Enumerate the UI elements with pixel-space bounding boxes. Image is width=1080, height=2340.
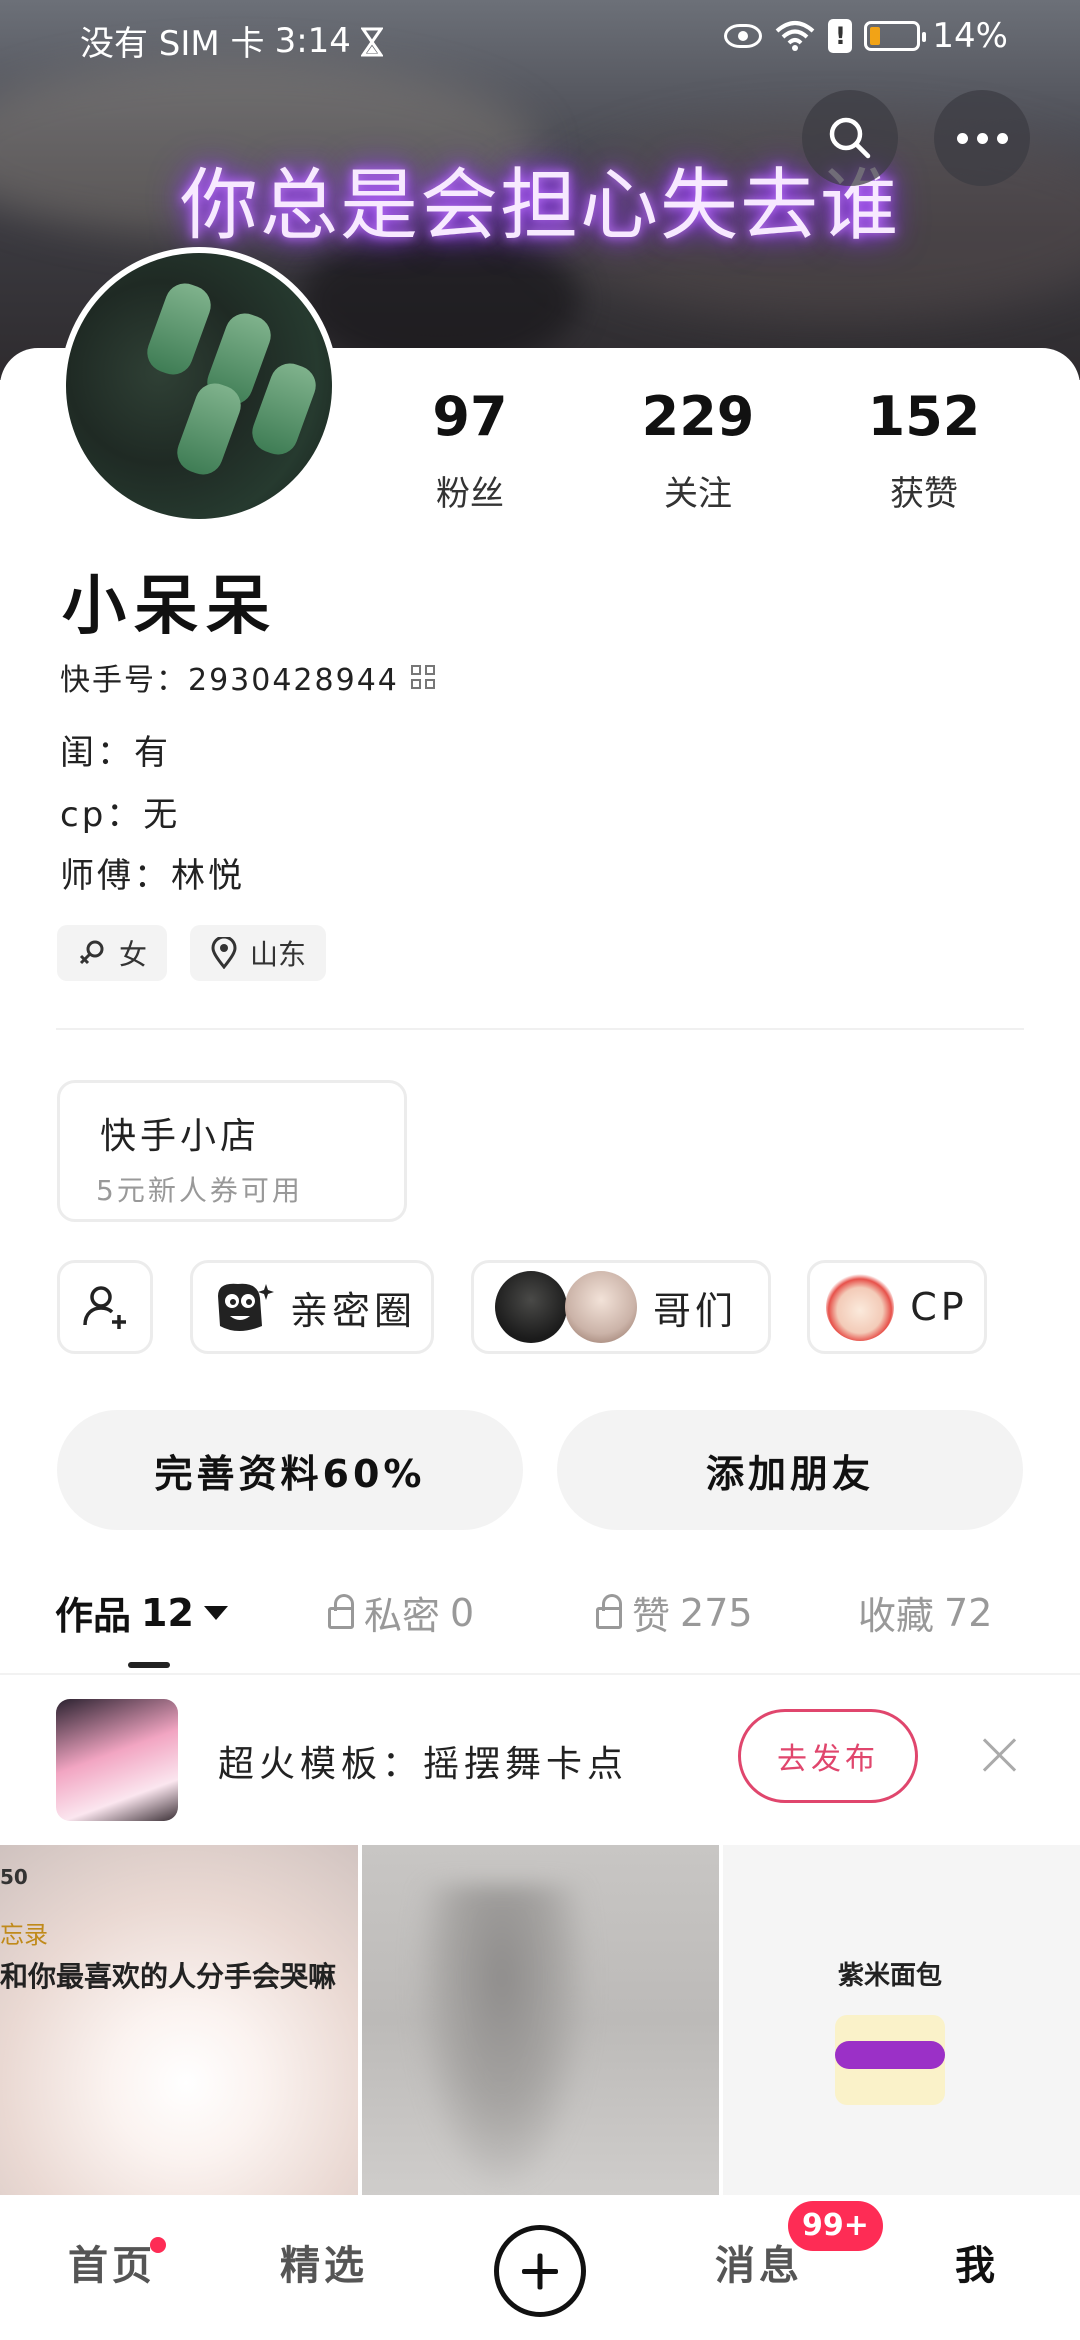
- tab-liked-count: 275: [680, 1590, 753, 1635]
- template-promo[interactable]: 超火模板：摇摆舞卡点 去发布: [0, 1675, 1080, 1845]
- friend-avatar: [494, 1271, 567, 1343]
- more-button[interactable]: [934, 90, 1030, 186]
- work-thumbnail[interactable]: 紫米面包: [723, 1845, 1080, 2195]
- stat-following-count: 229: [641, 385, 755, 448]
- tab-collections[interactable]: 收藏 72: [858, 1585, 992, 1640]
- nav-me[interactable]: 我: [955, 2233, 999, 2291]
- kuaishou-id: 快手号：2930428944: [60, 663, 399, 698]
- cp-avatar: [826, 1273, 895, 1341]
- intimate-circle-label: 亲密圈: [289, 1288, 416, 1333]
- thumb-status-time: 50: [0, 1865, 28, 1889]
- nav-messages[interactable]: 消息: [715, 2233, 803, 2291]
- stat-fans-count: 97: [432, 385, 508, 448]
- stat-following-label: 关注: [664, 474, 732, 514]
- promo-thumbnail: [56, 1699, 178, 1821]
- home-notification-dot: [150, 2237, 166, 2253]
- female-icon: [79, 940, 104, 965]
- kuaishou-shop-card[interactable]: 快手小店 5元新人券可用: [57, 1080, 407, 1222]
- tab-private-label: 私密: [364, 1594, 441, 1638]
- tab-private-count: 0: [450, 1590, 475, 1635]
- location-tag: 山东: [190, 925, 327, 981]
- time-text: 3:14: [274, 20, 351, 61]
- gender-text: 女: [119, 938, 148, 971]
- purple-filling: [835, 2041, 945, 2069]
- kuaishou-id-row[interactable]: 快手号：2930428944: [60, 655, 435, 699]
- active-tab-indicator: [128, 1662, 170, 1668]
- works-grid: 50 忘录 和你最喜欢的人分手会哭嘛 紫米面包: [0, 1845, 1080, 2195]
- nav-featured[interactable]: 精选: [280, 2233, 368, 2291]
- thumb-text: 和你最喜欢的人分手会哭嘛: [0, 1960, 337, 1993]
- tab-works-count: 12: [141, 1590, 194, 1635]
- tab-works[interactable]: 作品 12: [55, 1585, 228, 1640]
- stat-fans-label: 粉丝: [436, 474, 504, 514]
- stat-likes-label: 获赞: [890, 474, 958, 514]
- tab-liked-label: 赞: [632, 1594, 671, 1638]
- battery-icon: [864, 21, 927, 51]
- intimate-circle-icon: [217, 1283, 274, 1331]
- complete-profile-button[interactable]: 完善资料60%: [57, 1410, 523, 1530]
- lock-icon: [596, 1593, 622, 1629]
- location-pin-icon: [211, 937, 237, 969]
- bio-line: 闺：有: [60, 733, 171, 773]
- add-friend-button[interactable]: 添加朋友: [557, 1410, 1023, 1530]
- promo-text: 超火模板：摇摆舞卡点: [218, 1744, 629, 1785]
- stat-fans[interactable]: 97 粉丝: [370, 390, 570, 515]
- shop-title: 快手小店: [100, 1116, 261, 1157]
- tab-liked[interactable]: 赞 275: [596, 1585, 753, 1640]
- cp-label: CP: [910, 1285, 968, 1329]
- banner-neon-text: 你总是会担心失去谁: [179, 161, 900, 251]
- battery-percent: 14%: [932, 16, 1008, 56]
- message-badge: 99+: [788, 2201, 883, 2251]
- eye-icon: [724, 24, 763, 48]
- qrcode-icon[interactable]: [410, 665, 435, 689]
- content-tabs: 作品 12 私密 0 赞 275 收藏 72: [0, 1580, 1080, 1670]
- bio-line: cp：无: [60, 795, 181, 835]
- publish-button[interactable]: 去发布: [738, 1709, 918, 1803]
- gender-tag: 女: [57, 925, 168, 981]
- bros-label: 哥们: [652, 1288, 737, 1333]
- add-person-icon: [83, 1286, 126, 1329]
- add-contact-button[interactable]: [57, 1260, 153, 1354]
- bio-line: 师傅：林悦: [60, 856, 245, 896]
- more-dots-icon: [956, 132, 1008, 144]
- shadow-image: [412, 1885, 592, 2195]
- alert-icon: !: [828, 19, 853, 53]
- cp-button[interactable]: CP: [807, 1260, 987, 1354]
- profile-screen: { "status_bar": {"carrier": "没有 SIM 卡", …: [0, 0, 1080, 2340]
- work-thumbnail[interactable]: [362, 1845, 719, 2195]
- avatar[interactable]: [60, 247, 338, 525]
- lock-icon: [328, 1593, 354, 1629]
- search-icon: [829, 117, 871, 159]
- profile-name: 小呆呆: [62, 570, 278, 644]
- thumb-memo-label: 忘录: [0, 1921, 48, 1949]
- bottom-nav: 首页 精选 消息 99+ 我: [0, 2195, 1080, 2340]
- friend-avatar: [564, 1271, 637, 1343]
- hourglass-icon: [360, 26, 384, 56]
- nav-home[interactable]: 首页: [68, 2233, 156, 2291]
- create-button[interactable]: [494, 2225, 586, 2317]
- bros-button[interactable]: 哥们: [471, 1260, 771, 1354]
- shop-subtitle: 5元新人券可用: [96, 1174, 303, 1207]
- tab-collections-count: 72: [944, 1590, 993, 1635]
- stat-following[interactable]: 229 关注: [598, 390, 798, 515]
- close-icon[interactable]: [980, 1735, 1020, 1775]
- tab-works-label: 作品: [55, 1594, 132, 1638]
- carrier-text: 没有 SIM 卡: [80, 24, 265, 64]
- location-text: 山东: [250, 938, 307, 971]
- search-button[interactable]: [802, 90, 898, 186]
- dropdown-caret-icon: [203, 1605, 228, 1620]
- status-bar: 没有 SIM 卡 3:14 ! 14%: [0, 0, 1080, 72]
- thumb-title: 紫米面包: [838, 1961, 943, 1991]
- stat-likes[interactable]: 152 获赞: [824, 390, 1024, 515]
- work-thumbnail[interactable]: 50 忘录 和你最喜欢的人分手会哭嘛: [0, 1845, 358, 2195]
- divider: [56, 1028, 1024, 1030]
- tab-collections-label: 收藏: [858, 1594, 935, 1638]
- tab-private[interactable]: 私密 0: [328, 1585, 474, 1640]
- wifi-icon: [776, 21, 815, 51]
- intimate-circle-button[interactable]: 亲密圈: [190, 1260, 434, 1354]
- stat-likes-count: 152: [867, 385, 981, 448]
